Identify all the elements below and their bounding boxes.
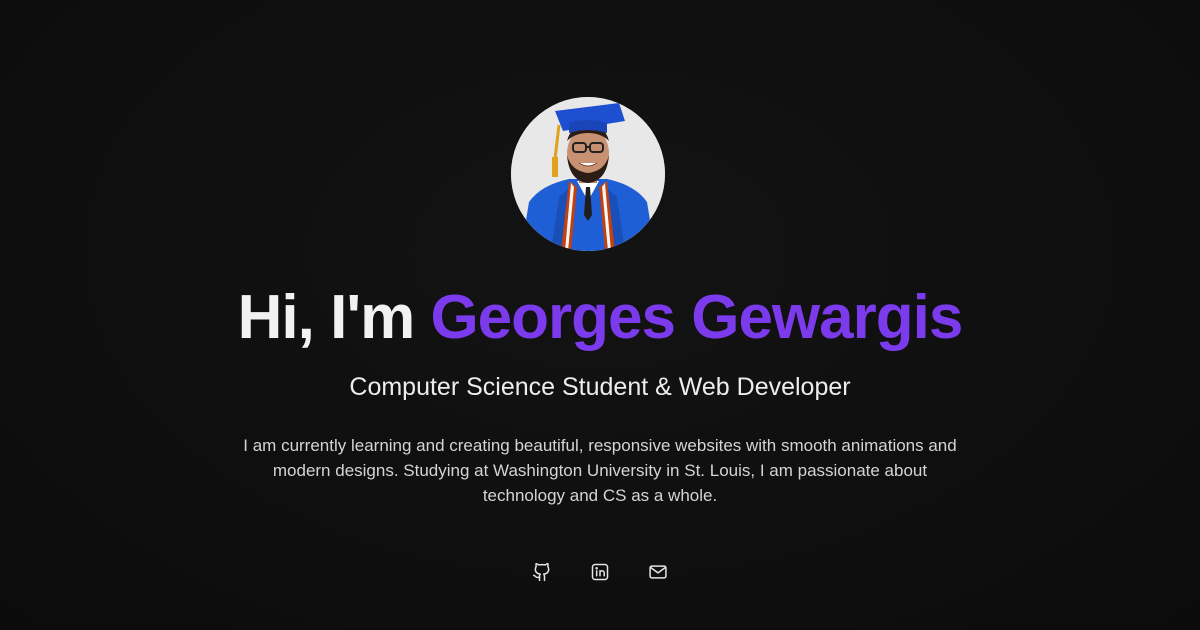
graduate-photo — [511, 97, 665, 251]
hero-section: Hi, I'm Georges Gewargis Computer Scienc… — [0, 0, 1200, 630]
mail-link[interactable] — [648, 562, 668, 582]
linkedin-icon — [591, 563, 609, 581]
name-text: Georges Gewargis — [430, 283, 963, 352]
greeting-text: Hi, I'm — [237, 283, 416, 352]
mail-icon — [649, 565, 667, 579]
github-link[interactable] — [532, 562, 552, 582]
bio-paragraph: I am currently learning and creating bea… — [243, 436, 957, 505]
social-links — [0, 562, 1200, 582]
avatar — [511, 97, 665, 251]
linkedin-link[interactable] — [590, 562, 610, 582]
subtitle: Computer Science Student & Web Developer — [349, 373, 851, 401]
github-icon — [532, 562, 550, 582]
headline: Hi, I'm Georges Gewargis — [0, 280, 1200, 356]
